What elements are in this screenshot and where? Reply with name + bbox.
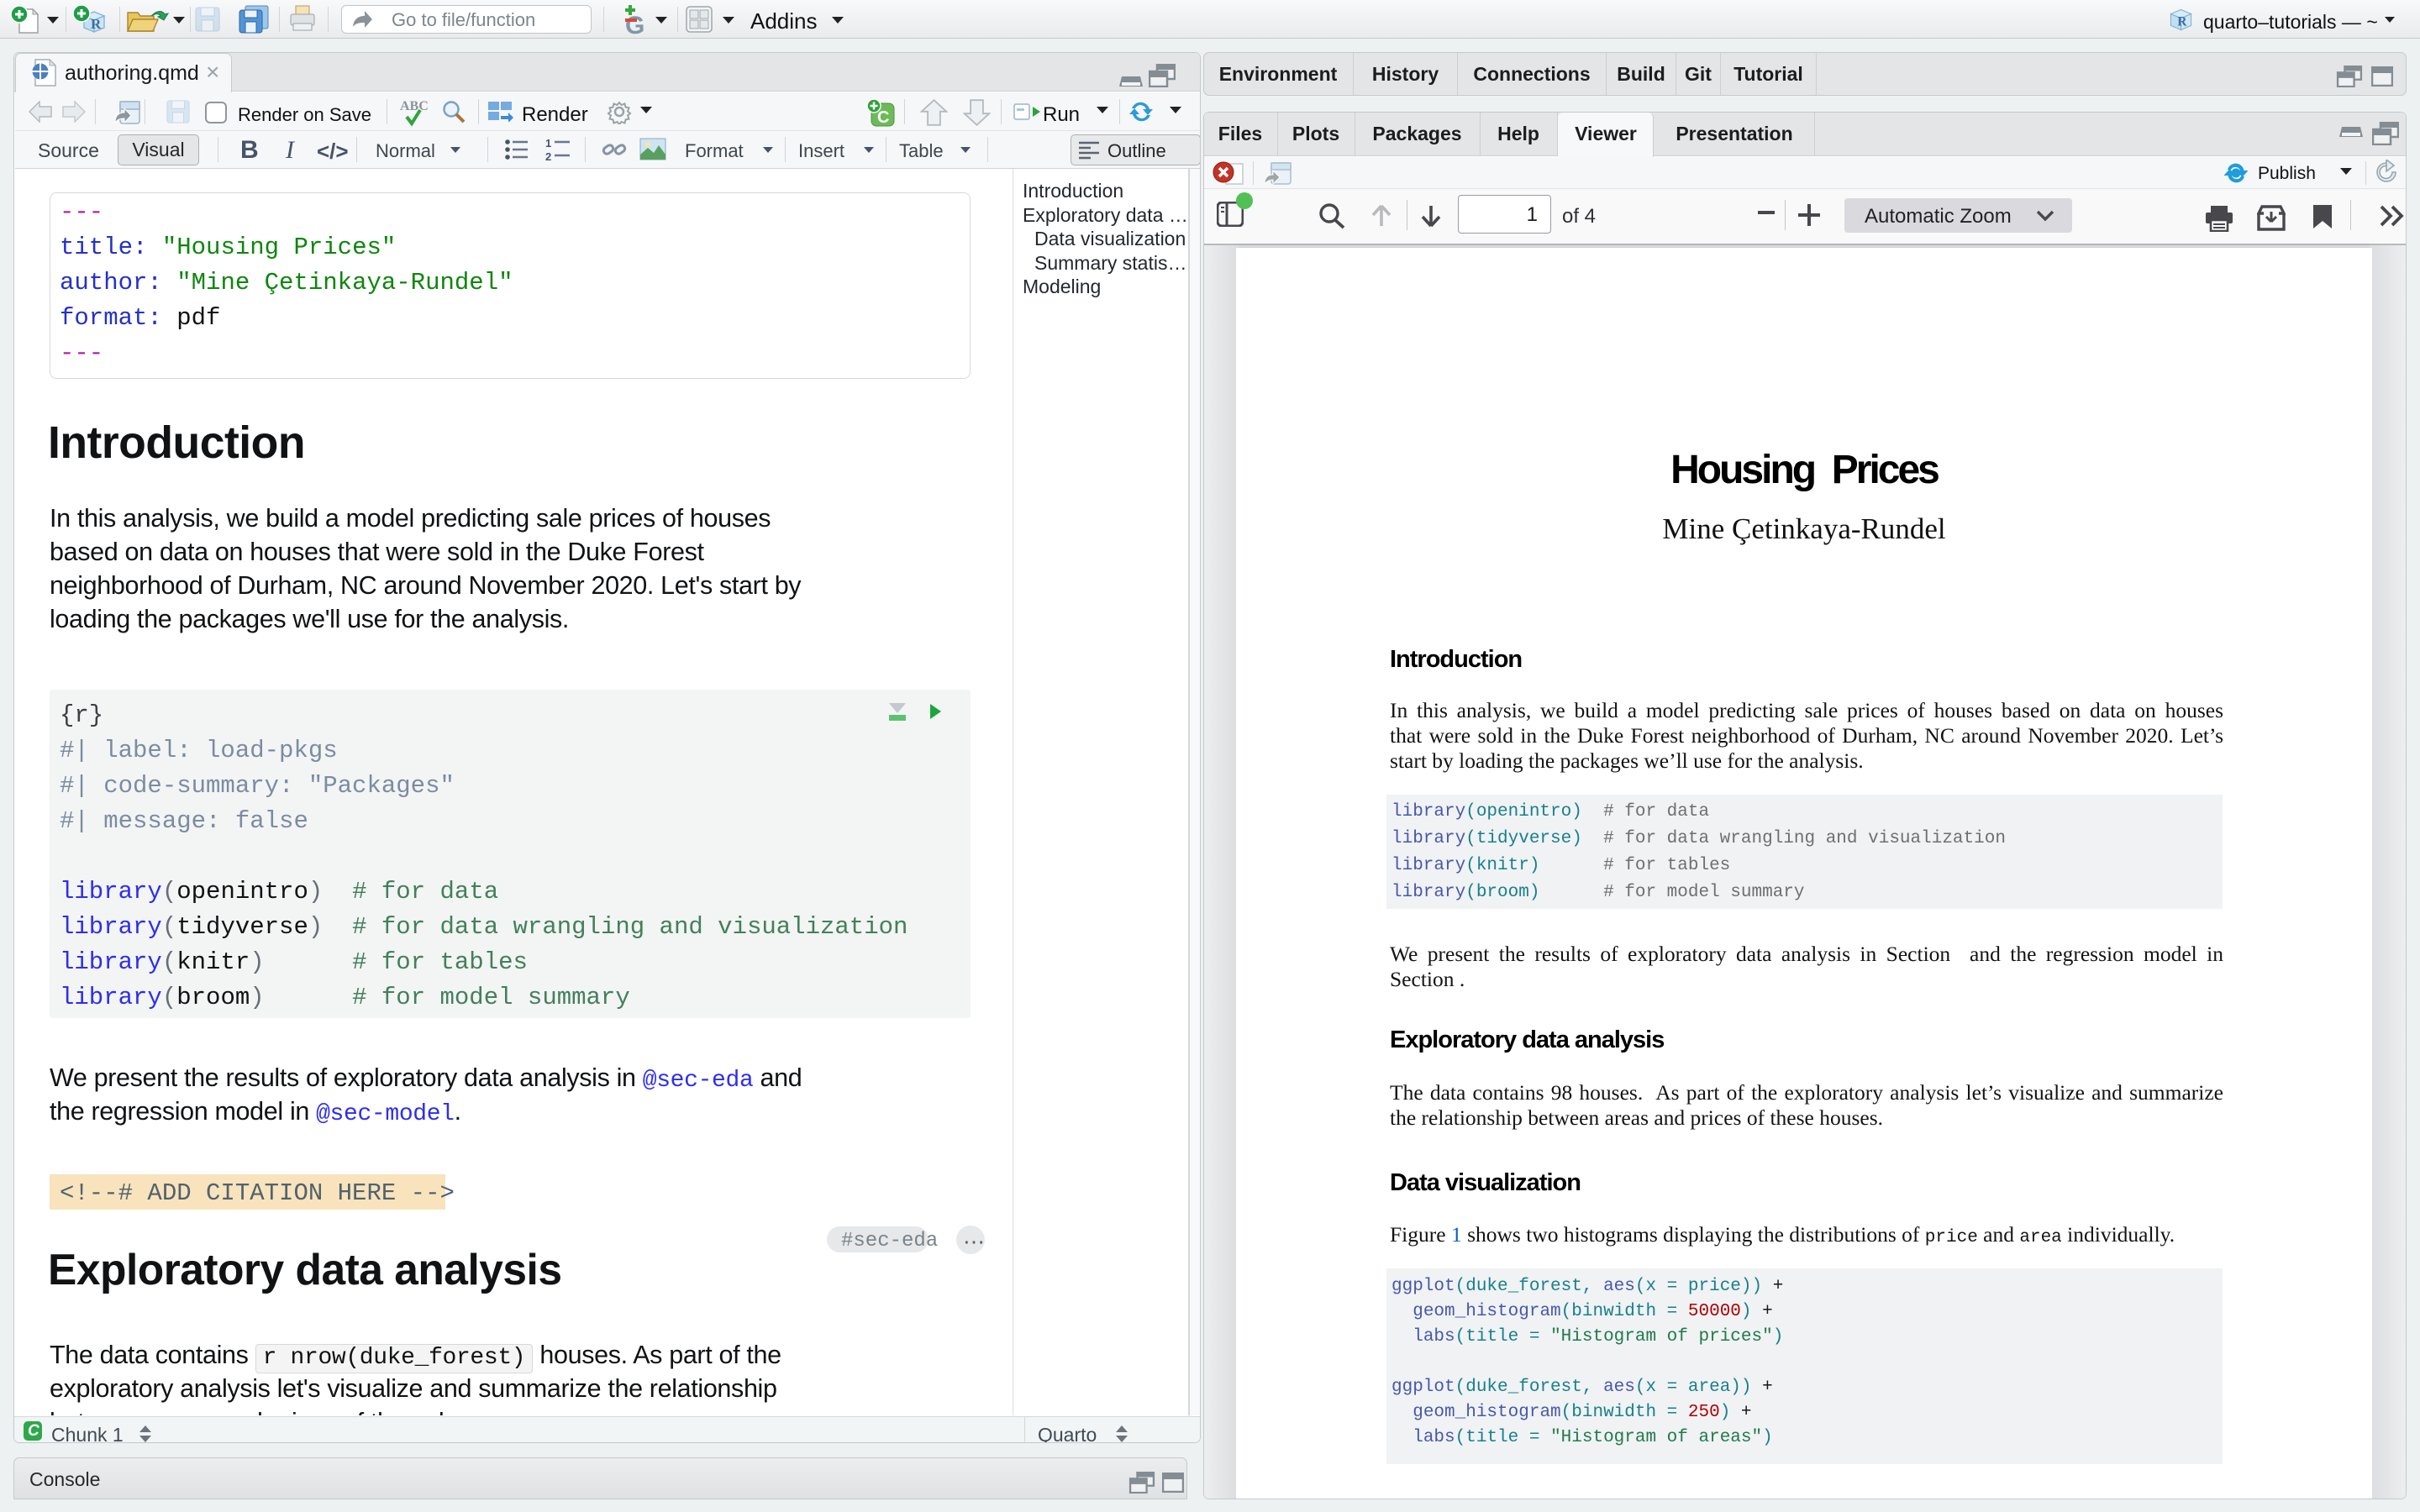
svg-text:R: R bbox=[2177, 14, 2187, 29]
svg-text:C: C bbox=[877, 108, 889, 127]
svg-text:1: 1 bbox=[545, 138, 551, 150]
svg-text:R: R bbox=[91, 16, 102, 32]
svg-text:ABC: ABC bbox=[400, 99, 429, 113]
svg-text:G: G bbox=[625, 12, 644, 37]
svg-text:2: 2 bbox=[545, 150, 551, 161]
